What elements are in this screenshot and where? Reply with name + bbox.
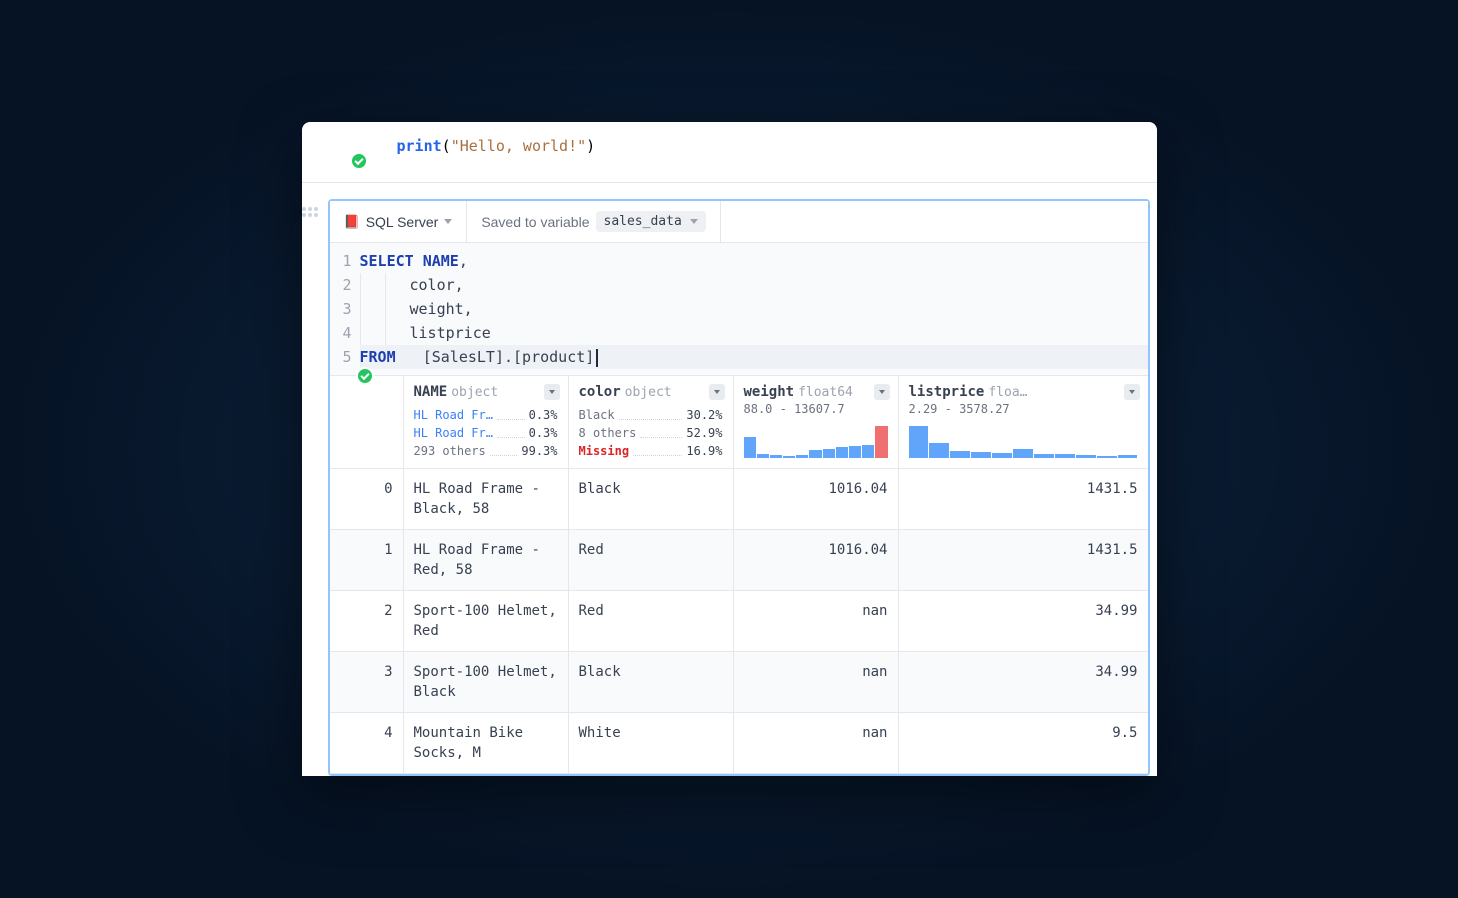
column-header-weight[interactable]: weightfloat64 88.0 - 13607.7 <box>734 376 899 468</box>
expand-column-icon[interactable] <box>1124 384 1140 400</box>
histogram-bar <box>909 426 929 458</box>
histogram-bar <box>1055 454 1075 458</box>
column-header-name[interactable]: NAMEobject HL Road Fr…0.3% HL Road Fr…0.… <box>404 376 569 468</box>
success-check-icon <box>350 152 368 170</box>
table-row[interactable]: 4 Mountain Bike Socks, M White nan 9.5 <box>330 713 1148 774</box>
line-numbers: 1 2 3 4 5 <box>330 249 360 369</box>
db-label: SQL Server <box>366 214 439 230</box>
cell-name: HL Road Frame - Red, 58 <box>404 530 569 590</box>
expand-column-icon[interactable] <box>709 384 725 400</box>
histogram-bar <box>971 452 991 458</box>
chevron-down-icon <box>444 219 452 224</box>
weight-histogram <box>744 426 888 458</box>
cell-weight: 1016.04 <box>734 469 899 529</box>
table-row[interactable]: 3 Sport-100 Helmet, Black Black nan 34.9… <box>330 652 1148 713</box>
column-header-listprice[interactable]: listpricefloa… 2.29 - 3578.27 <box>899 376 1148 468</box>
saved-to-label: Saved to variable <box>481 214 589 230</box>
cell-name: Sport-100 Helmet, Red <box>404 591 569 651</box>
cell-name: HL Road Frame - Black, 58 <box>404 469 569 529</box>
cell-gutter <box>302 126 357 158</box>
database-selector[interactable]: 📕 SQL Server <box>330 201 468 242</box>
histogram-bar <box>783 456 795 458</box>
cell-listprice: 34.99 <box>899 591 1148 651</box>
row-index: 2 <box>330 591 404 651</box>
histogram-bar <box>1034 454 1054 458</box>
string-literal: "Hello, world!" <box>451 137 586 155</box>
histogram-bar <box>849 446 861 458</box>
range-label: 88.0 - 13607.7 <box>744 402 888 416</box>
histogram-bar <box>875 426 887 458</box>
cell-weight: nan <box>734 591 899 651</box>
cell-toolbar: 📕 SQL Server Saved to variable sales_dat… <box>330 201 1148 243</box>
histogram-bar <box>770 455 782 458</box>
sql-code-body[interactable]: SELECT NAME, color, weight, listprice FR… <box>360 249 1148 369</box>
histogram-bar <box>1097 456 1117 458</box>
histogram-bar <box>809 450 821 458</box>
table-header: NAMEobject HL Road Fr…0.3% HL Road Fr…0.… <box>330 376 1148 469</box>
cell-color: Red <box>569 591 734 651</box>
cell-listprice: 34.99 <box>899 652 1148 712</box>
range-label: 2.29 - 3578.27 <box>909 402 1138 416</box>
histogram-bar <box>744 437 756 458</box>
histogram-bar <box>862 445 874 458</box>
cell-color: Black <box>569 652 734 712</box>
variable-name: sales_data <box>604 214 682 229</box>
chevron-down-icon <box>690 219 698 224</box>
histogram-bar <box>1013 449 1033 458</box>
print-keyword: print <box>397 137 442 155</box>
table-body: 0 HL Road Frame - Black, 58 Black 1016.0… <box>330 469 1148 774</box>
histogram-bar <box>992 453 1012 458</box>
histogram-bar <box>929 443 949 458</box>
row-index: 3 <box>330 652 404 712</box>
histogram-bar <box>757 454 769 458</box>
sql-server-icon: 📕 <box>344 214 360 230</box>
table-row[interactable]: 2 Sport-100 Helmet, Red Red nan 34.99 <box>330 591 1148 652</box>
cell-weight: 1016.04 <box>734 530 899 590</box>
listprice-histogram <box>909 426 1138 458</box>
cell-name: Sport-100 Helmet, Black <box>404 652 569 712</box>
expand-column-icon[interactable] <box>544 384 560 400</box>
expand-column-icon[interactable] <box>874 384 890 400</box>
python-cell[interactable]: print("Hello, world!") <box>302 122 1157 183</box>
variable-chip[interactable]: sales_data <box>596 211 706 232</box>
cell-listprice: 9.5 <box>899 713 1148 773</box>
cell-listprice: 1431.5 <box>899 530 1148 590</box>
column-header-color[interactable]: colorobject Black30.2% 8 others52.9% Mis… <box>569 376 734 468</box>
text-cursor <box>596 349 598 367</box>
row-index: 1 <box>330 530 404 590</box>
cell-listprice: 1431.5 <box>899 469 1148 529</box>
histogram-bar <box>796 455 808 458</box>
drag-handle-icon[interactable] <box>302 207 318 217</box>
sql-cell[interactable]: 📕 SQL Server Saved to variable sales_dat… <box>328 199 1150 776</box>
cell-name: Mountain Bike Socks, M <box>404 713 569 773</box>
histogram-bar <box>1076 455 1096 458</box>
variable-assignment[interactable]: Saved to variable sales_data <box>467 201 720 242</box>
cell-weight: nan <box>734 652 899 712</box>
success-check-icon <box>356 367 374 385</box>
histogram-bar <box>1118 455 1138 458</box>
cell-color: Red <box>569 530 734 590</box>
cell-color: White <box>569 713 734 773</box>
row-index: 0 <box>330 469 404 529</box>
table-row[interactable]: 1 HL Road Frame - Red, 58 Red 1016.04 14… <box>330 530 1148 591</box>
histogram-bar <box>823 449 835 458</box>
row-index: 4 <box>330 713 404 773</box>
histogram-bar <box>836 447 848 458</box>
index-header <box>330 376 404 468</box>
histogram-bar <box>950 451 970 458</box>
table-row[interactable]: 0 HL Road Frame - Black, 58 Black 1016.0… <box>330 469 1148 530</box>
cell-weight: nan <box>734 713 899 773</box>
cell-color: Black <box>569 469 734 529</box>
sql-editor[interactable]: 1 2 3 4 5 SELECT NAME, color, weight, li… <box>330 243 1148 375</box>
results-table: NAMEobject HL Road Fr…0.3% HL Road Fr…0.… <box>330 375 1148 774</box>
notebook-window: print("Hello, world!") 📕 SQL Server Save… <box>302 122 1157 776</box>
python-code[interactable]: print("Hello, world!") <box>357 126 596 158</box>
